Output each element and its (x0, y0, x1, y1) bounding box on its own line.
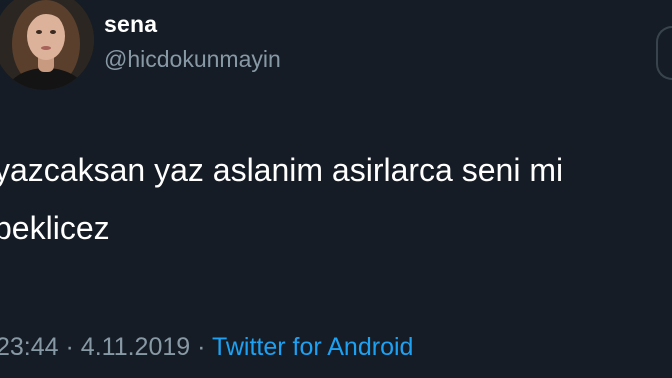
meta-separator: · (65, 333, 74, 361)
tweet-meta: 23:44 · 4.11.2019 · Twitter for Android (0, 333, 413, 362)
tweet-source-link[interactable]: Twitter for Android (212, 333, 413, 361)
tweet-text-line: yazcaksan yaz aslanim asirlarca seni mi (0, 152, 564, 188)
tweet-text-line: beklicez (0, 210, 110, 246)
author-handle[interactable]: @hicdokunmayin (104, 46, 281, 73)
tweet-text: yazcaksan yaz aslanim asirlarca seni mi … (0, 141, 672, 257)
tweet-date[interactable]: 4.11.2019 (81, 333, 190, 361)
author-display-name[interactable]: sena (104, 11, 157, 38)
tweet-time[interactable]: 23:44 (0, 333, 59, 361)
avatar[interactable] (0, 0, 94, 90)
meta-separator: · (197, 333, 206, 361)
profile-photo-icon (0, 0, 94, 90)
follow-button-edge[interactable] (656, 26, 672, 80)
